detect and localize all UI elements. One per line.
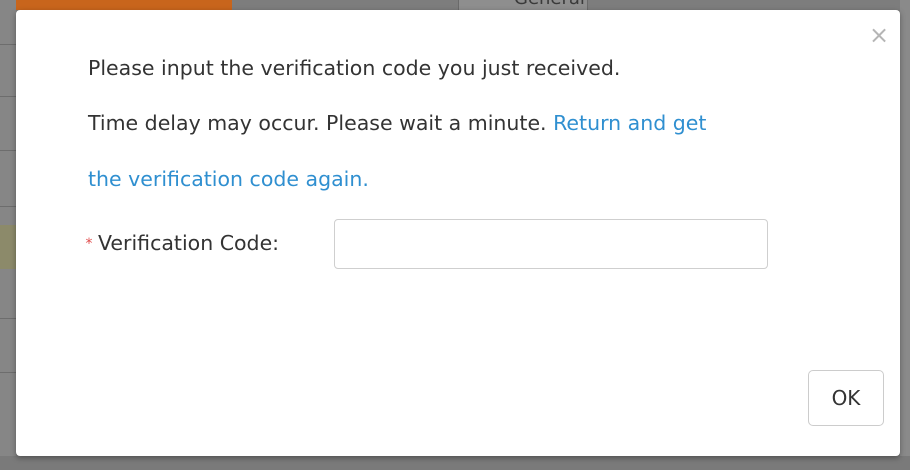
verification-dialog: × Please input the verification code you… bbox=[16, 10, 900, 456]
delay-notice: Time delay may occur. Please wait a minu… bbox=[88, 111, 706, 135]
background-left-strip bbox=[0, 0, 16, 470]
background-orange-bar bbox=[0, 0, 232, 10]
background-divider bbox=[0, 44, 16, 45]
verification-code-input[interactable] bbox=[334, 219, 768, 269]
background-tab-label: General bbox=[514, 0, 585, 9]
required-asterisk: * bbox=[85, 236, 93, 252]
delay-text: Time delay may occur. Please wait a minu… bbox=[88, 111, 547, 135]
background-tab-general: General bbox=[458, 0, 588, 10]
resend-link-continued-line: the verification code again. bbox=[88, 167, 369, 191]
background-divider bbox=[0, 372, 16, 373]
background-divider bbox=[0, 206, 16, 207]
background-right-strip bbox=[900, 0, 910, 470]
background-divider bbox=[0, 318, 16, 319]
background-highlight bbox=[0, 225, 16, 269]
background-bottom-strip bbox=[0, 456, 910, 470]
resend-link[interactable]: Return and get bbox=[553, 111, 706, 135]
background-divider bbox=[0, 96, 16, 97]
verification-code-label-text: Verification Code: bbox=[98, 231, 280, 255]
close-icon[interactable]: × bbox=[868, 23, 890, 47]
ok-button[interactable]: OK bbox=[808, 370, 884, 426]
instruction-text: Please input the verification code you j… bbox=[88, 56, 621, 80]
background-divider bbox=[0, 150, 16, 151]
resend-link-continued[interactable]: the verification code again. bbox=[88, 167, 369, 191]
verification-code-label: * Verification Code: bbox=[80, 231, 280, 255]
